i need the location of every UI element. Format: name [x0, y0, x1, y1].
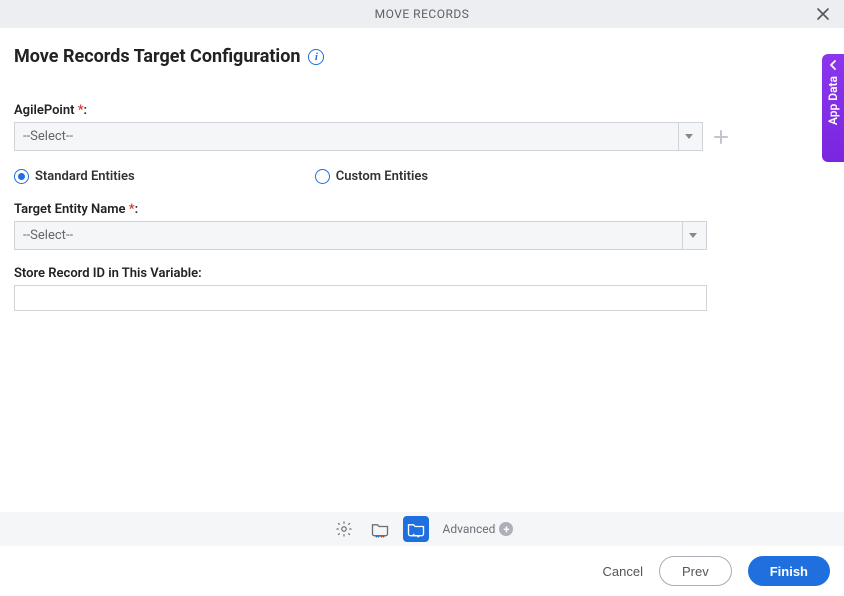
- footer-actions: Cancel Prev Finish: [0, 546, 844, 596]
- info-icon[interactable]: i: [308, 49, 324, 65]
- entity-type-radio-group: Standard Entities Custom Entities: [14, 169, 830, 184]
- chevron-down-icon: [682, 222, 702, 249]
- app-data-label: App Data: [826, 76, 840, 125]
- advanced-toggle[interactable]: Advanced +: [443, 522, 514, 536]
- chevron-left-icon: [828, 60, 838, 70]
- radio-standard-label: Standard Entities: [35, 169, 135, 184]
- gear-icon[interactable]: [331, 516, 357, 542]
- page-heading: Move Records Target Configuration i: [14, 46, 830, 67]
- cancel-button[interactable]: Cancel: [603, 564, 643, 579]
- target-entity-select[interactable]: --Select--: [14, 221, 707, 250]
- title-text: MOVE RECORDS: [375, 7, 470, 21]
- page-title: Move Records Target Configuration: [14, 46, 300, 67]
- title-bar: MOVE RECORDS: [0, 0, 844, 28]
- chevron-down-icon: [678, 123, 698, 150]
- bottom-toolbar: Advanced +: [0, 512, 844, 546]
- add-agilepoint-button[interactable]: [713, 129, 729, 145]
- close-icon[interactable]: [816, 7, 830, 21]
- radio-custom-entities[interactable]: Custom Entities: [315, 169, 428, 184]
- agilepoint-selected-text: --Select--: [23, 129, 73, 144]
- radio-unselected-icon: [315, 169, 330, 184]
- agilepoint-select-row: --Select--: [14, 122, 830, 151]
- field-store-variable: Store Record ID in This Variable:: [14, 266, 830, 311]
- field-agilepoint: AgilePoint *: --Select--: [14, 103, 830, 151]
- field-target-entity: Target Entity Name *: --Select--: [14, 202, 830, 250]
- plus-circle-icon: +: [499, 522, 513, 536]
- folder-swap-icon[interactable]: [403, 516, 429, 542]
- radio-selected-icon: [14, 169, 29, 184]
- radio-custom-label: Custom Entities: [336, 169, 428, 184]
- advanced-label: Advanced: [443, 522, 496, 536]
- store-variable-label: Store Record ID in This Variable:: [14, 266, 830, 281]
- agilepoint-label: AgilePoint *:: [14, 103, 830, 118]
- target-entity-selected-text: --Select--: [23, 228, 73, 243]
- app-data-panel-toggle[interactable]: App Data: [822, 54, 844, 162]
- target-entity-label: Target Entity Name *:: [14, 202, 830, 217]
- agilepoint-select[interactable]: --Select--: [14, 122, 703, 151]
- store-variable-input[interactable]: [14, 285, 707, 311]
- prev-button[interactable]: Prev: [659, 556, 732, 586]
- folder-out-icon[interactable]: [367, 516, 393, 542]
- page-content: Move Records Target Configuration i Agil…: [0, 28, 844, 311]
- radio-standard-entities[interactable]: Standard Entities: [14, 169, 135, 184]
- finish-button[interactable]: Finish: [748, 556, 830, 586]
